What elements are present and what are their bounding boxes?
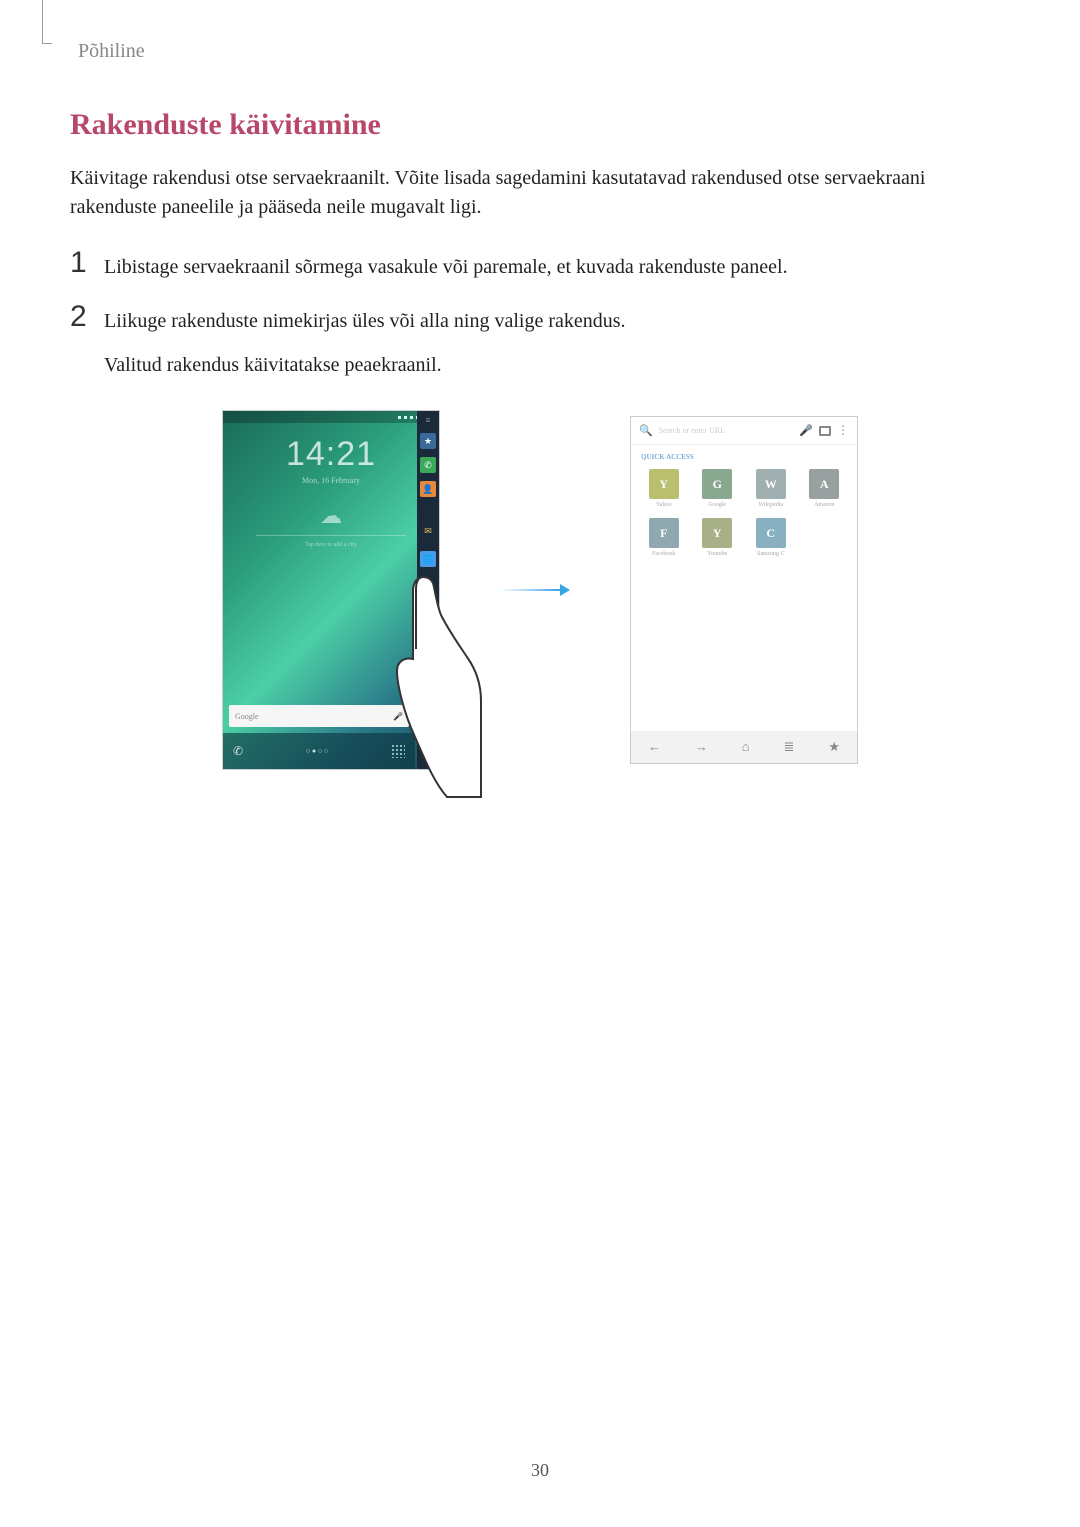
step-number: 1 <box>70 248 104 278</box>
edge-chevron-icon: ⌄ <box>420 751 436 767</box>
cloud-icon: ☁ <box>256 503 406 529</box>
step-1: 1 Libistage servaekraanil sõrmega vasaku… <box>70 248 1010 282</box>
browser-top-bar: 🔍 Search or enter URL 🎤 ⋮ <box>631 417 857 445</box>
bookmarks-icon: ≣ <box>784 739 795 755</box>
home-icon: ⌂ <box>742 739 750 755</box>
mic-icon: 🎤 <box>393 712 403 721</box>
figure-row: 14:21 Mon, 16 February ☁ Tap here to add… <box>70 410 1010 770</box>
page-content: Rakenduste käivitamine Käivitage rakendu… <box>70 108 1010 770</box>
intro-paragraph: Käivitage rakendusi otse servaekraanilt.… <box>70 164 1010 222</box>
status-bar <box>223 411 439 423</box>
forward-icon: → <box>695 739 708 755</box>
step-text: Liikuge rakenduste nimekirjas üles või a… <box>104 302 626 380</box>
url-placeholder: Search or enter URL <box>659 426 794 435</box>
step-text: Libistage servaekraanil sõrmega vasakule… <box>104 248 788 282</box>
tile-yahoo: YYahoo <box>641 469 687 508</box>
edge-browser-icon: 🌐 <box>420 551 436 567</box>
more-icon: ⋮ <box>837 428 849 433</box>
step-2: 2 Liikuge rakenduste nimekirjas üles või… <box>70 302 1010 380</box>
edge-contact-icon: 👤 <box>420 481 436 497</box>
page-corner-mark <box>42 0 52 44</box>
search-icon: 🔍 <box>639 424 653 437</box>
step-2-text: Liikuge rakenduste nimekirjas üles või a… <box>104 310 626 332</box>
step-number: 2 <box>70 302 104 332</box>
tile-amazon: AAmazon <box>802 469 848 508</box>
step-1-text: Libistage servaekraanil sõrmega vasakule… <box>104 256 788 278</box>
step-2-subtext: Valitud rakendus käivitatakse peaekraani… <box>104 350 626 380</box>
google-search-bar: Google 🎤 <box>229 705 409 727</box>
tile-samsung: CSamsung C <box>748 518 794 557</box>
windows-icon <box>819 426 831 436</box>
browser-nav-bar: ← → ⌂ ≣ ★ <box>631 731 857 763</box>
tile-facebook: FFacebook <box>641 518 687 557</box>
swipe-arrow <box>500 581 570 599</box>
edge-note-icon: ✎ <box>420 713 436 729</box>
search-label: Google <box>235 712 259 721</box>
tile-youtube: YYoutube <box>695 518 741 557</box>
page-number: 30 <box>0 1460 1080 1481</box>
edge-star-icon: ★ <box>420 433 436 449</box>
edge-phone-icon: ✆ <box>420 457 436 473</box>
star-icon: ★ <box>828 739 840 755</box>
phone-icon: ✆ <box>233 744 243 759</box>
edge-menu-icon: ≡ <box>420 415 436 425</box>
apps-grid-icon <box>391 744 405 758</box>
header-section-label: Põhiline <box>78 40 145 63</box>
clock-time: 14:21 <box>223 435 439 474</box>
nav-dots: ○ ● ○ ○ <box>306 747 328 755</box>
weather-widget: ☁ Tap here to add a city <box>256 503 406 548</box>
section-title: Rakenduste käivitamine <box>70 108 1010 142</box>
tile-google: GGoogle <box>695 469 741 508</box>
weather-hint: Tap here to add a city <box>256 542 406 548</box>
edge-mail-icon: ✉ <box>420 523 436 539</box>
figure-phone-home: 14:21 Mon, 16 February ☁ Tap here to add… <box>222 410 440 770</box>
edge-color-icon <box>423 735 433 751</box>
quick-access-label: QUICK ACCESS <box>631 445 857 465</box>
quick-access-grid: YYahoo GGoogle WWikipedia AAmazon FFaceb… <box>631 465 857 561</box>
figure-phone-browser: 🔍 Search or enter URL 🎤 ⋮ QUICK ACCESS Y… <box>630 416 858 764</box>
dock: ✆ ○ ● ○ ○ <box>223 733 415 769</box>
tile-wikipedia: WWikipedia <box>748 469 794 508</box>
back-icon: ← <box>648 739 661 755</box>
clock-date: Mon, 16 February <box>223 476 439 485</box>
edge-panel: ≡ ★ ✆ 👤 ✉ 🌐 ✎ ⌄ <box>417 411 439 769</box>
mic-icon: 🎤 <box>799 424 813 437</box>
